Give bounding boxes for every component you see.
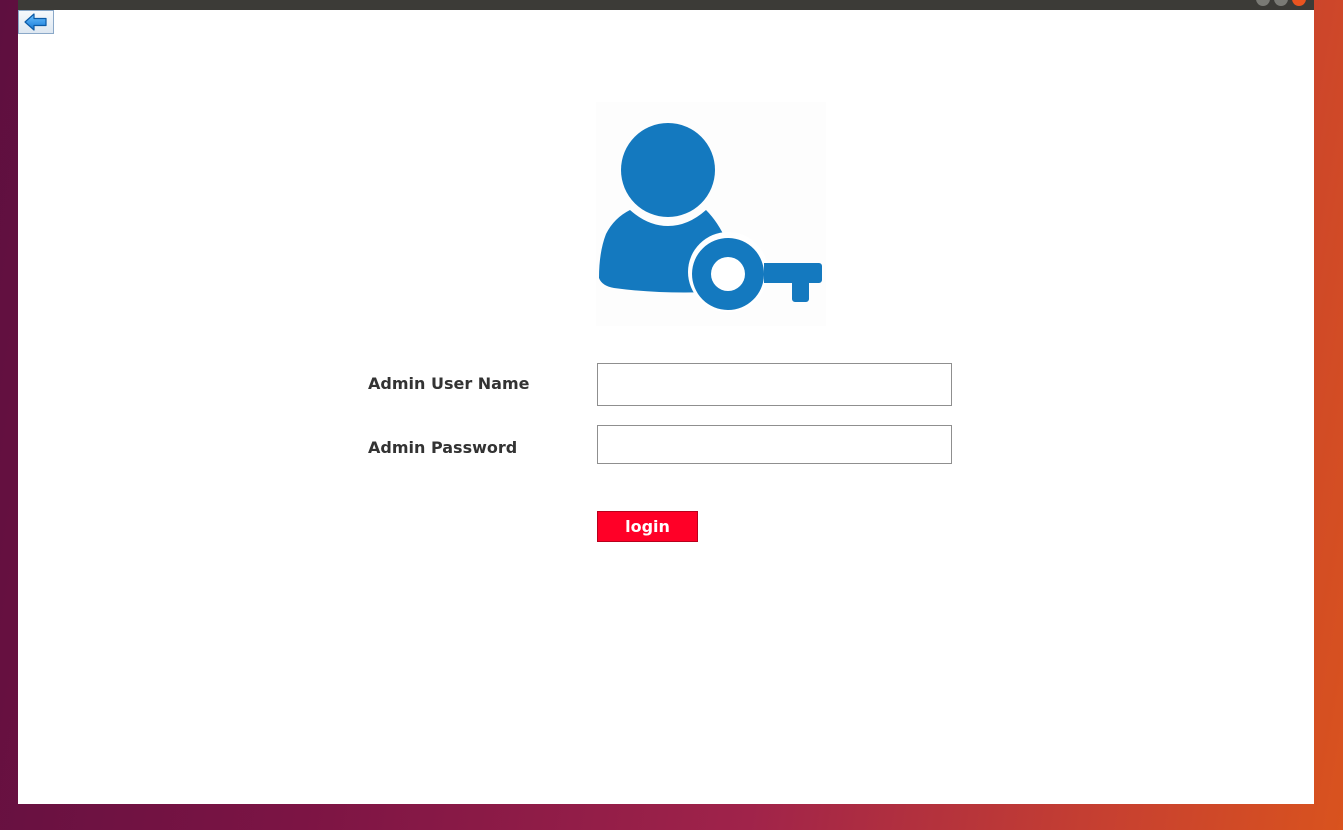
admin-user-key-icon — [596, 102, 826, 326]
maximize-window-button[interactable] — [1274, 0, 1288, 6]
login-button[interactable]: login — [597, 511, 698, 542]
login-button-label: login — [625, 517, 670, 536]
minimize-window-button[interactable] — [1256, 0, 1270, 6]
admin-password-label: Admin Password — [368, 438, 518, 457]
login-window: Admin User Name Admin Password login — [18, 10, 1314, 804]
back-arrow-icon — [24, 13, 47, 31]
close-window-button[interactable] — [1292, 0, 1306, 6]
admin-password-input[interactable] — [597, 425, 952, 464]
window-titlebar — [18, 0, 1314, 10]
window-controls — [1256, 0, 1306, 6]
admin-username-input[interactable] — [597, 363, 952, 406]
admin-username-label: Admin User Name — [368, 374, 530, 393]
back-button[interactable] — [18, 10, 54, 34]
